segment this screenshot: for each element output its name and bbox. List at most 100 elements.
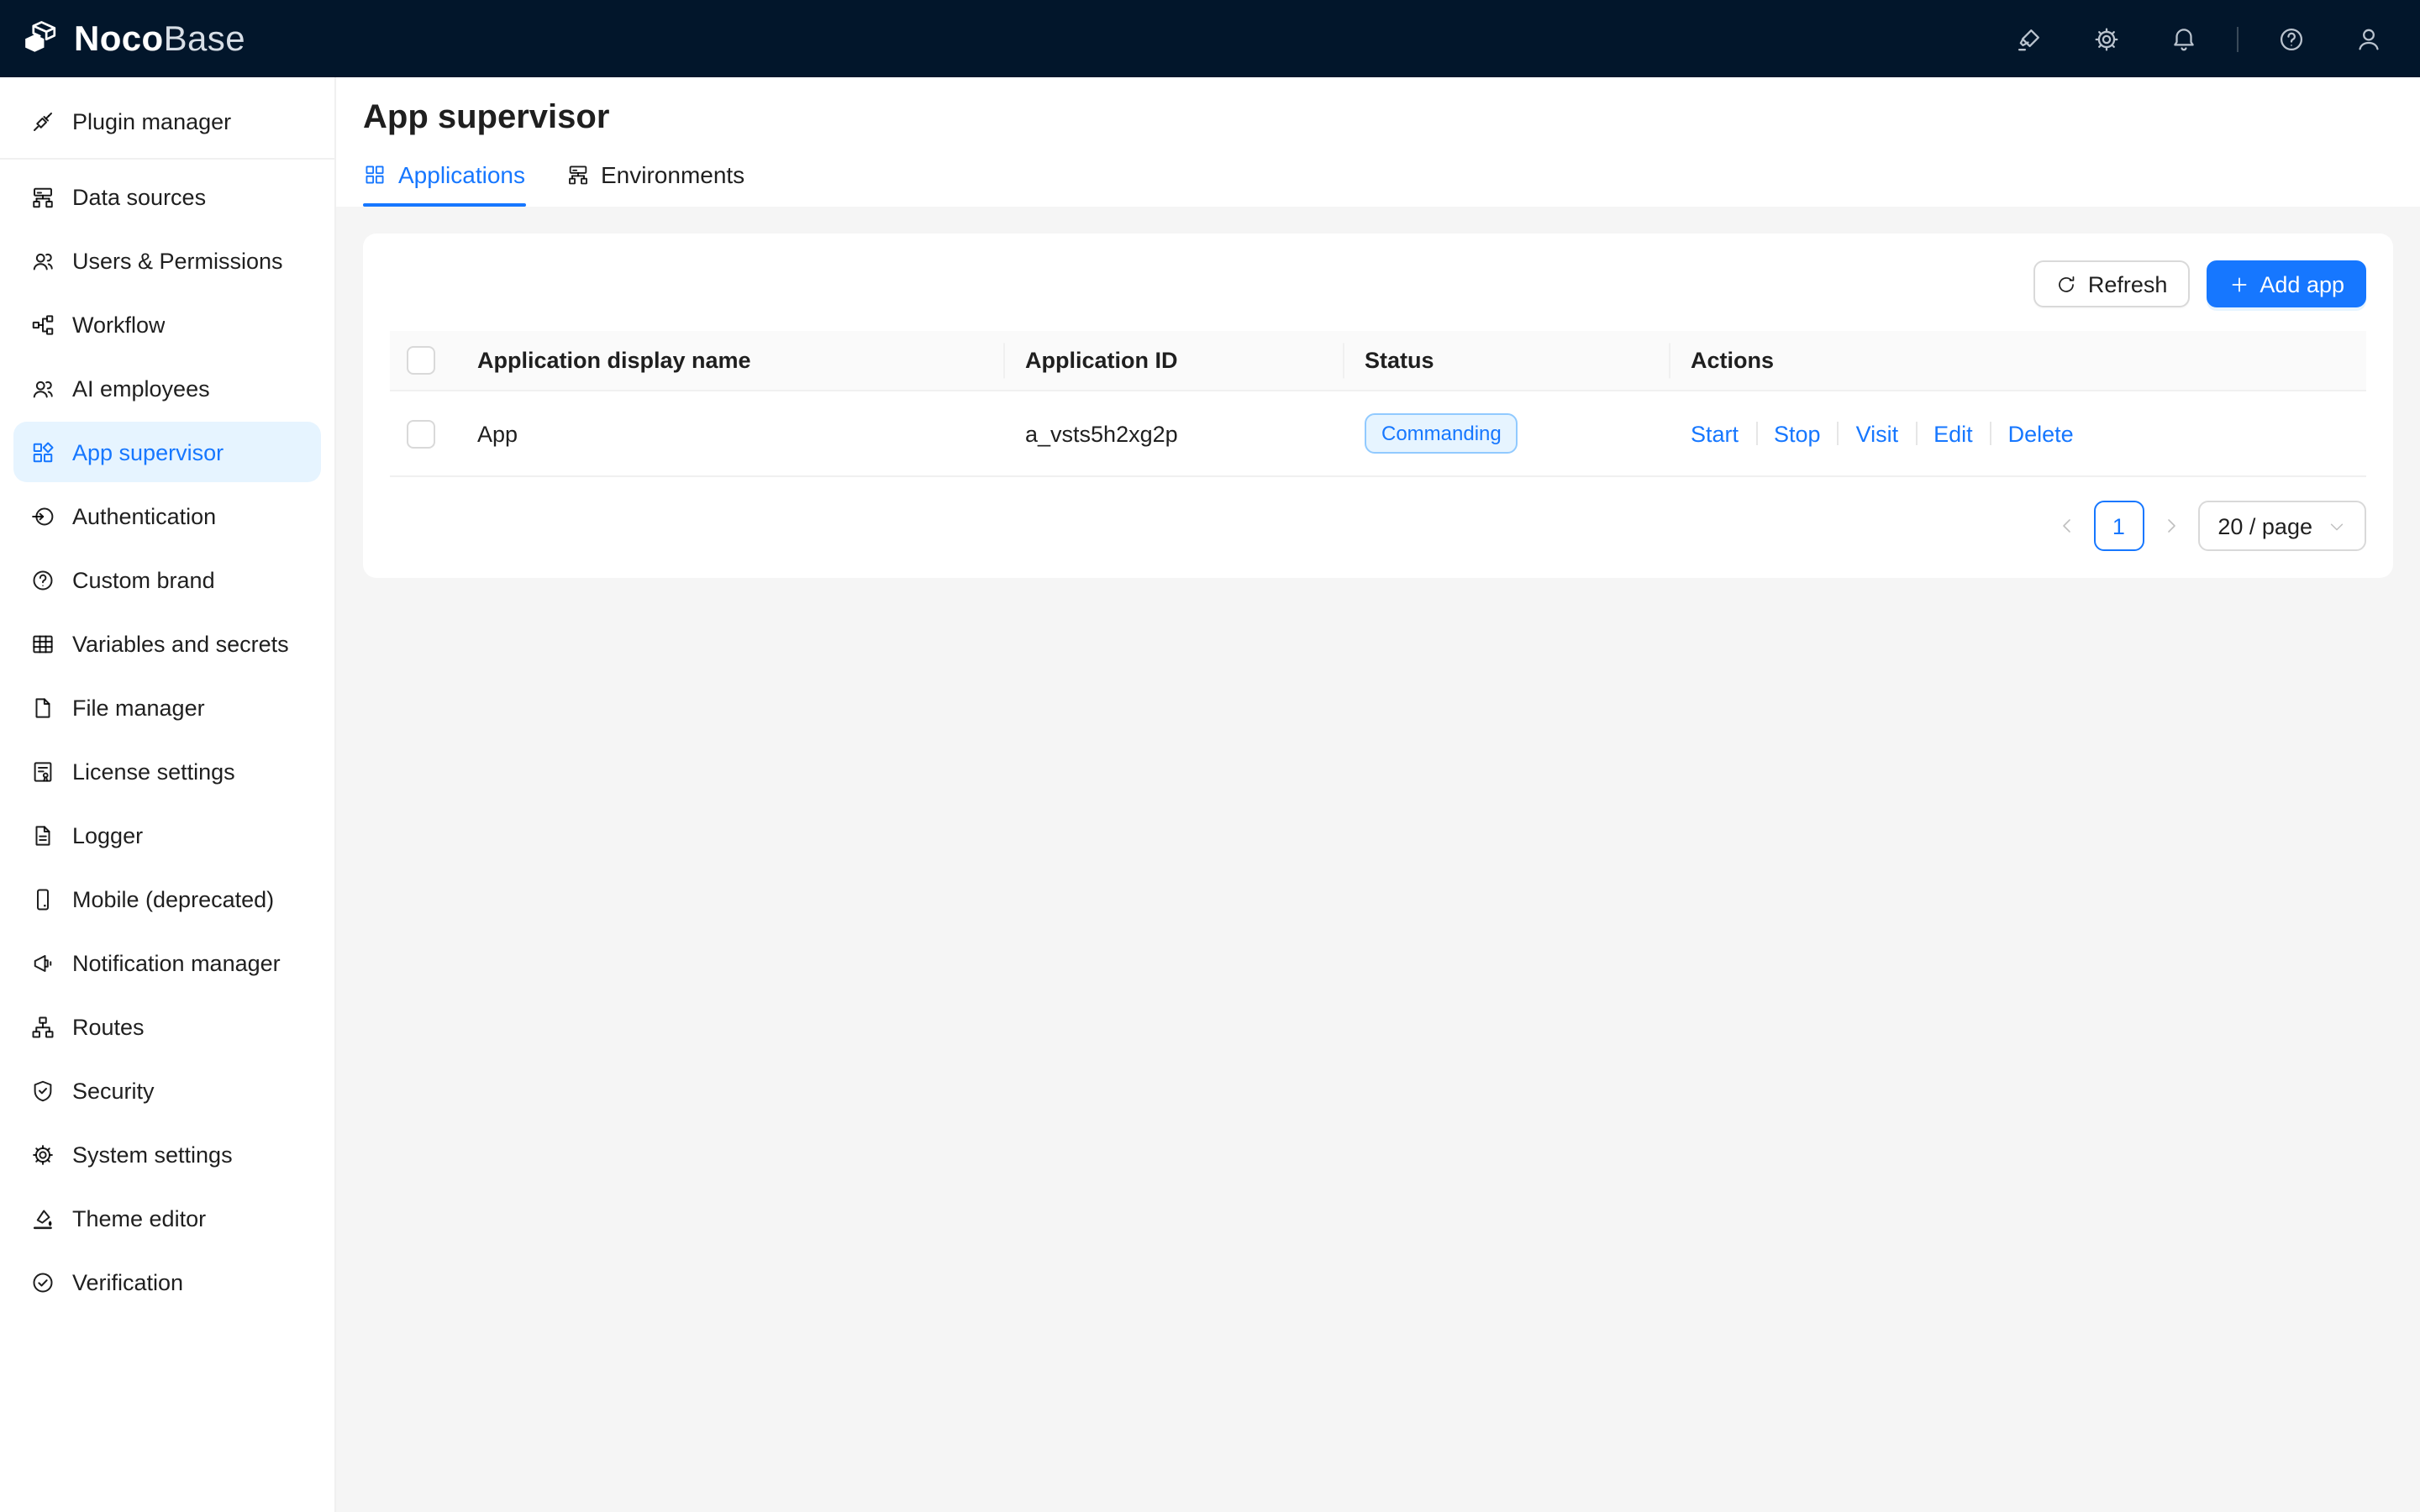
table-icon <box>30 631 55 656</box>
sidebar-item-mobile-deprecated[interactable]: Mobile (deprecated) <box>13 869 321 929</box>
environments-cluster-icon <box>566 163 589 186</box>
sidebar-item-notification-manager[interactable]: Notification manager <box>13 932 321 993</box>
page-number-1[interactable]: 1 <box>2093 501 2144 551</box>
sidebar-divider <box>0 158 334 160</box>
sidebar-item-label: Routes <box>72 1014 145 1039</box>
sidebar-item-label: Mobile (deprecated) <box>72 886 275 911</box>
table-row: App a_vsts5h2xg2p Commanding Start Stop Vi… <box>390 391 2366 477</box>
help-icon[interactable] <box>2277 24 2306 53</box>
next-page-button[interactable] <box>2160 516 2181 536</box>
tab-label: Applications <box>398 161 525 188</box>
sidebar-item-routes[interactable]: Routes <box>13 996 321 1057</box>
action-stop[interactable]: Stop <box>1774 421 1821 446</box>
tab-applications[interactable]: Applications <box>363 153 525 207</box>
nocobase-logo-icon <box>25 20 56 51</box>
file-icon <box>30 695 55 720</box>
nocobase-logo[interactable]: NocoBase <box>20 18 245 60</box>
partition-icon <box>30 312 55 337</box>
highlighter-icon[interactable] <box>2015 24 2044 53</box>
table-header-row: Application display name Application ID … <box>390 331 2366 391</box>
sidebar-item-system-settings[interactable]: System settings <box>13 1124 321 1184</box>
certificate-icon <box>30 759 55 784</box>
check-circle-icon <box>30 1269 55 1294</box>
sidebar-item-label: Verification <box>72 1269 184 1294</box>
sidebar-item-label: Data sources <box>72 184 207 209</box>
question-circle-icon <box>30 567 55 592</box>
sidebar-item-label: Theme editor <box>72 1205 207 1231</box>
sidebar-item-workflow[interactable]: Workflow <box>13 294 321 354</box>
select-all-checkbox[interactable] <box>407 346 435 375</box>
appstore-grid-icon <box>363 163 387 186</box>
app-root: NocoBase Plugin manager Data sources Users… <box>0 0 2420 1512</box>
sidebar-item-verification[interactable]: Verification <box>13 1252 321 1312</box>
shield-check-icon <box>30 1078 55 1103</box>
sidebar-item-label: Plugin manager <box>72 108 232 134</box>
action-delete[interactable]: Delete <box>2008 421 2074 446</box>
logo-text: NocoBase <box>74 19 245 58</box>
sidebar-item-data-sources[interactable]: Data sources <box>13 166 321 227</box>
sidebar-item-label: Logger <box>72 822 144 848</box>
sidebar-item-plugin-manager[interactable]: Plugin manager <box>13 91 321 151</box>
sidebar-item-label: Variables and secrets <box>72 631 289 656</box>
sidebar-item-label: File manager <box>72 695 205 720</box>
sidebar-item-ai-employees[interactable]: AI employees <box>13 358 321 418</box>
sidebar-item-label: Workflow <box>72 312 166 337</box>
api-icon <box>30 108 55 134</box>
topbar-actions <box>2015 24 2383 53</box>
action-separator <box>1837 422 1839 445</box>
add-app-label: Add app <box>2260 271 2344 297</box>
pagination: 1 20 / page <box>390 501 2366 551</box>
sidebar-item-file-manager[interactable]: File manager <box>13 677 321 738</box>
action-separator <box>1989 422 1991 445</box>
column-header-display-name: Application display name <box>457 331 1005 391</box>
row-checkbox[interactable] <box>407 419 435 448</box>
team-icon <box>30 248 55 273</box>
sidebar-item-label: Users & Permissions <box>72 248 283 273</box>
applications-panel: Refresh Add app Application display name… <box>363 234 2393 578</box>
sidebar-item-label: System settings <box>72 1142 233 1167</box>
refresh-button[interactable]: Refresh <box>2033 260 2190 307</box>
main-area: App supervisor Applications Environments <box>336 77 2420 1512</box>
file-text-icon <box>30 822 55 848</box>
sidebar-item-label: AI employees <box>72 375 210 401</box>
sidebar-item-security[interactable]: Security <box>13 1060 321 1121</box>
sidebar-item-variables-and-secrets[interactable]: Variables and secrets <box>13 613 321 674</box>
action-edit[interactable]: Edit <box>1933 421 1973 446</box>
table-toolbar: Refresh Add app <box>390 260 2366 307</box>
reload-icon <box>2056 273 2078 295</box>
tab-environments[interactable]: Environments <box>566 153 744 207</box>
bell-icon[interactable] <box>2170 24 2198 53</box>
team-icon <box>30 375 55 401</box>
status-badge: Commanding <box>1365 413 1518 454</box>
gear-icon[interactable] <box>2092 24 2121 53</box>
sidebar-item-license-settings[interactable]: License settings <box>13 741 321 801</box>
user-icon[interactable] <box>2354 24 2383 53</box>
column-header-actions: Actions <box>1670 331 2366 391</box>
action-separator <box>1915 422 1918 445</box>
add-app-button[interactable]: Add app <box>2206 260 2366 307</box>
page-header: App supervisor Applications Environments <box>336 77 2420 207</box>
cell-application-id: a_vsts5h2xg2p <box>1005 391 1344 477</box>
column-header-status: Status <box>1344 331 1670 391</box>
page-title: App supervisor <box>363 99 610 136</box>
sidebar-item-label: License settings <box>72 759 235 784</box>
prev-page-button[interactable] <box>2056 516 2076 536</box>
page-size-select[interactable]: 20 / page <box>2197 501 2366 551</box>
sidebar-item-theme-editor[interactable]: Theme editor <box>13 1188 321 1248</box>
applications-table: Application display name Application ID … <box>390 331 2366 477</box>
shell: Plugin manager Data sources Users & Permis… <box>0 77 2420 1512</box>
action-start[interactable]: Start <box>1691 421 1739 446</box>
plus-icon <box>2228 273 2249 295</box>
megaphone-icon <box>30 950 55 975</box>
sidebar-item-label: App supervisor <box>72 439 224 465</box>
sidebar-item-logger[interactable]: Logger <box>13 805 321 865</box>
chevron-down-icon <box>2328 517 2346 535</box>
sidebar-item-custom-brand[interactable]: Custom brand <box>13 549 321 610</box>
gear-icon <box>30 1142 55 1167</box>
row-actions: Start Stop Visit Edit Delete <box>1691 421 2346 446</box>
sidebar-item-users-permissions[interactable]: Users & Permissions <box>13 230 321 291</box>
sidebar-item-app-supervisor[interactable]: App supervisor <box>13 422 321 482</box>
action-separator <box>1755 422 1758 445</box>
sidebar-item-authentication[interactable]: Authentication <box>13 486 321 546</box>
action-visit[interactable]: Visit <box>1856 421 1899 446</box>
